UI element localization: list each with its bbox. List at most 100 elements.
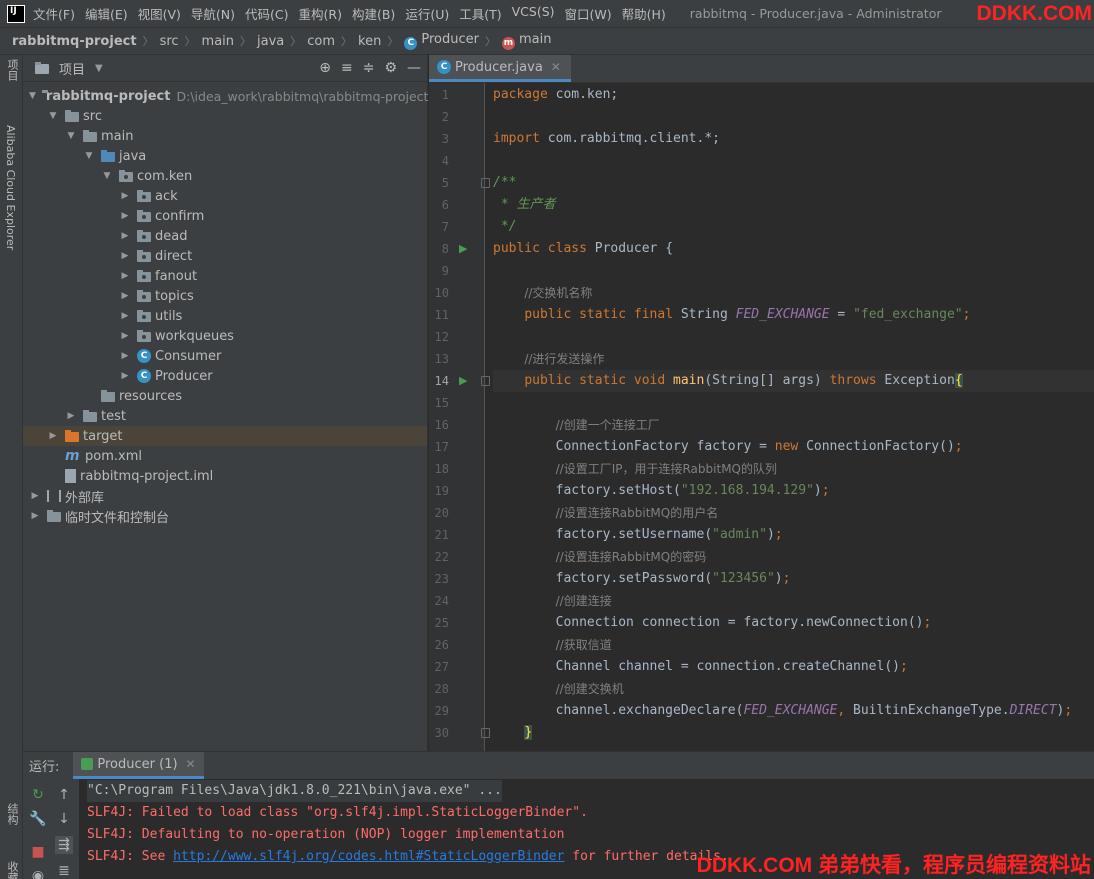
- code-line: //创建交换机: [493, 678, 624, 700]
- breadcrumb-item[interactable]: C Producer: [404, 32, 479, 50]
- breadcrumb-item[interactable]: com: [307, 34, 335, 49]
- breadcrumb-item[interactable]: java: [257, 34, 284, 49]
- menu-item-6[interactable]: 构建(B): [352, 4, 395, 23]
- chevron-right-icon[interactable]: ▶: [65, 411, 77, 421]
- tree-item-ack[interactable]: ▶ ack: [23, 186, 427, 206]
- menu-item-2[interactable]: 视图(V): [138, 4, 181, 23]
- menu-item-4[interactable]: 代码(C): [245, 4, 288, 23]
- run-gutter-icon[interactable]: ▶: [459, 242, 467, 255]
- chevron-right-icon[interactable]: ▶: [29, 511, 41, 521]
- camera-icon[interactable]: ◉: [29, 867, 47, 879]
- chevron-right-icon[interactable]: ▶: [119, 371, 131, 381]
- tree-item-java[interactable]: ▼ java: [23, 146, 427, 166]
- chevron-right-icon[interactable]: ▶: [29, 491, 41, 501]
- tree-item--[interactable]: ▶ 临时文件和控制台: [23, 506, 427, 526]
- rerun-icon[interactable]: ↻: [29, 786, 47, 804]
- wrench-icon[interactable]: 🔧: [29, 810, 47, 828]
- tree-item-topics[interactable]: ▶ topics: [23, 286, 427, 306]
- chevron-right-icon[interactable]: ▶: [119, 311, 131, 321]
- breadcrumb-item[interactable]: rabbitmq-project: [12, 34, 137, 49]
- chevron-down-icon[interactable]: ▼: [47, 111, 59, 121]
- menu-item-10[interactable]: 窗口(W): [565, 4, 612, 23]
- tree-item-fanout[interactable]: ▶ fanout: [23, 266, 427, 286]
- chevron-right-icon[interactable]: ▶: [119, 331, 131, 341]
- menu-item-1[interactable]: 编辑(E): [85, 4, 128, 23]
- soft-wrap-icon[interactable]: ⇶: [55, 836, 73, 854]
- breadcrumb-item[interactable]: ken: [358, 34, 381, 49]
- stop-icon[interactable]: ■: [29, 843, 47, 861]
- tree-item-target[interactable]: ▶ target: [23, 426, 427, 446]
- hide-panel-icon[interactable]: —: [407, 60, 421, 76]
- code-line: * 生产者: [493, 194, 556, 216]
- scroll-up-icon[interactable]: ↑: [55, 786, 73, 804]
- menu-item-11[interactable]: 帮助(H): [622, 4, 666, 23]
- chevron-down-icon[interactable]: ▼: [101, 171, 113, 181]
- breadcrumb: rabbitmq-project 〉 src 〉 main 〉 java 〉 com 〉 ken 〉 C…: [0, 27, 1094, 55]
- alibaba-cloud-explorer-button[interactable]: Alibaba Cloud Explorer: [4, 125, 17, 250]
- menu-item-8[interactable]: 工具(T): [459, 4, 501, 23]
- scroll-to-end-icon[interactable]: ≣: [55, 862, 73, 879]
- close-run-tab-icon[interactable]: ✕: [186, 757, 196, 771]
- tree-item-rabbitmq-project-iml[interactable]: rabbitmq-project.iml: [23, 466, 427, 486]
- project-tool-button[interactable]: 项目: [4, 59, 20, 81]
- settings-gear-icon[interactable]: ⚙: [384, 60, 397, 76]
- tree-item-main[interactable]: ▼ main: [23, 126, 427, 146]
- view-dropdown-icon[interactable]: ▼: [95, 63, 103, 74]
- package-icon: [137, 230, 151, 242]
- chevron-right-icon[interactable]: ▶: [119, 191, 131, 201]
- chevron-right-icon[interactable]: ▶: [47, 431, 59, 441]
- chevron-right-icon[interactable]: ▶: [119, 351, 131, 361]
- menu-item-3[interactable]: 导航(N): [191, 4, 235, 23]
- menu-item-7[interactable]: 运行(U): [405, 4, 449, 23]
- tree-item-src[interactable]: ▼ src: [23, 106, 427, 126]
- tree-item-consumer[interactable]: ▶ C Consumer: [23, 346, 427, 366]
- console-line: SLF4J: See http://www.slf4j.org/codes.ht…: [87, 846, 729, 868]
- tree-item-confirm[interactable]: ▶ confirm: [23, 206, 427, 226]
- tree-item-com-ken[interactable]: ▼ com.ken: [23, 166, 427, 186]
- tree-item-resources[interactable]: resources: [23, 386, 427, 406]
- tree-item-pom-xml[interactable]: m pom.xml: [23, 446, 427, 466]
- bookmarks-tool-button[interactable]: 收藏: [4, 861, 20, 879]
- breadcrumb-item[interactable]: main: [202, 34, 234, 49]
- project-panel-title[interactable]: 项目: [59, 59, 85, 78]
- tree-item--[interactable]: ▶ 外部库: [23, 486, 427, 506]
- chevron-right-icon[interactable]: ▶: [119, 251, 131, 261]
- breadcrumb-item[interactable]: m main: [501, 32, 551, 50]
- tree-item-utils[interactable]: ▶ utils: [23, 306, 427, 326]
- tree-item-dead[interactable]: ▶ dead: [23, 226, 427, 246]
- code-area[interactable]: package com.ken; import com.rabbitmq.clie…: [493, 83, 1094, 751]
- structure-tool-button[interactable]: 结构: [4, 803, 20, 825]
- scroll-down-icon[interactable]: ↓: [55, 810, 73, 828]
- tree-item-direct[interactable]: ▶ direct: [23, 246, 427, 266]
- menu-item-0[interactable]: 文件(F): [33, 4, 75, 23]
- locate-icon[interactable]: ⊕: [319, 60, 331, 76]
- tab-producer-java[interactable]: C Producer.java ✕: [429, 55, 571, 82]
- chevron-right-icon[interactable]: ▶: [119, 291, 131, 301]
- collapse-all-icon[interactable]: ≑: [363, 60, 375, 76]
- tree-item-rabbitmq-project[interactable]: ▼ rabbitmq-project D:\idea_work\rabbitmq\r…: [23, 86, 428, 106]
- chevron-down-icon[interactable]: ▼: [83, 151, 95, 161]
- menu-item-5[interactable]: 重构(R): [299, 4, 342, 23]
- breadcrumb-item[interactable]: src: [160, 34, 179, 49]
- fold-icon[interactable]: [481, 728, 490, 738]
- run-tab-producer[interactable]: Producer (1) ✕: [73, 752, 204, 779]
- expand-all-icon[interactable]: ≡: [341, 60, 353, 76]
- chevron-down-icon[interactable]: ▼: [29, 91, 36, 101]
- close-tab-icon[interactable]: ✕: [551, 60, 561, 74]
- code-token: //设置连接RabbitMQ的密码: [555, 550, 707, 564]
- tree-item-workqueues[interactable]: ▶ workqueues: [23, 326, 427, 346]
- chevron-down-icon[interactable]: ▼: [65, 131, 77, 141]
- tree-item-producer[interactable]: ▶ C Producer: [23, 366, 427, 386]
- fold-icon[interactable]: [481, 376, 490, 386]
- tree-item-test[interactable]: ▶ test: [23, 406, 427, 426]
- chevron-right-icon[interactable]: ▶: [119, 231, 131, 241]
- run-gutter-icon[interactable]: ▶: [459, 374, 467, 387]
- console-link[interactable]: http://www.slf4j.org/codes.html#StaticLo…: [173, 849, 564, 864]
- fold-icon[interactable]: [481, 178, 490, 188]
- chevron-right-icon[interactable]: ▶: [119, 271, 131, 281]
- chevron-right-icon[interactable]: ▶: [119, 211, 131, 221]
- menu-item-9[interactable]: VCS(S): [512, 4, 555, 23]
- code-line: //设置连接RabbitMQ的密码: [493, 546, 707, 568]
